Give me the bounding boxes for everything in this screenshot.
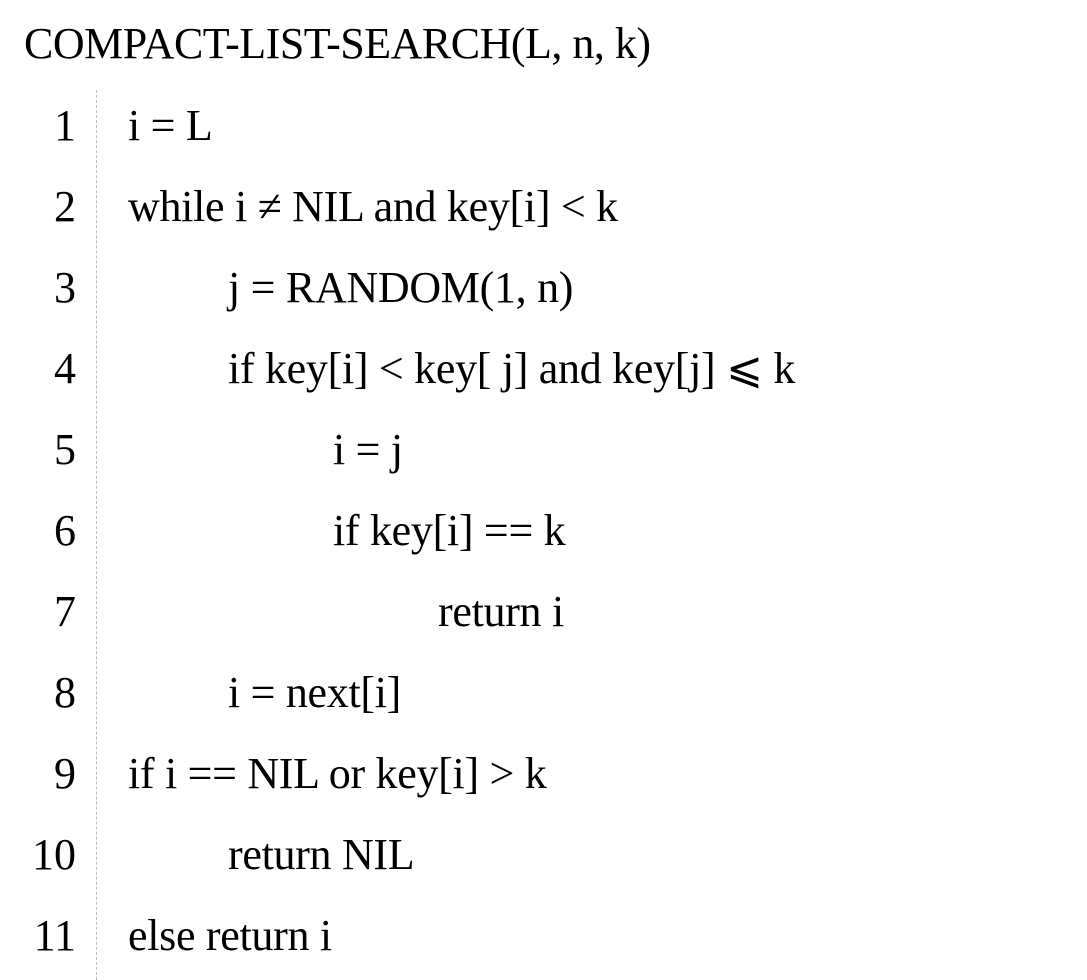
line-number: 8 <box>54 668 76 717</box>
pseudocode-page: COMPACT-LIST-SEARCH(L, n, k) 1 i = L 2 w… <box>0 0 1087 980</box>
code-text: if key[i] == k <box>333 506 566 555</box>
line-number: 5 <box>54 425 76 474</box>
code-line: 1 i = L <box>0 86 1087 166</box>
code-line: 4 if key[i] < key[ j] and key[j] ⩽ k <box>0 329 1087 409</box>
code-line: 7 return i <box>0 572 1087 652</box>
code-text: else return i <box>128 911 332 960</box>
code-text: i = next[i] <box>228 668 402 717</box>
line-number: 10 <box>32 830 76 879</box>
code-line: 2 while i ≠ NIL and key[i] < k <box>0 167 1087 247</box>
line-number: 6 <box>54 506 76 555</box>
line-number: 3 <box>54 263 76 312</box>
code-text: return NIL <box>228 830 415 879</box>
code-line: 5 i = j <box>0 410 1087 490</box>
code-text: i = j <box>333 425 403 474</box>
code-text: return i <box>438 587 564 636</box>
code-line: 9 if i == NIL or key[i] > k <box>0 734 1087 814</box>
code-line: 8 i = next[i] <box>0 653 1087 733</box>
code-line: 11 else return i <box>0 896 1087 976</box>
code-text: if key[i] < key[ j] and key[j] ⩽ k <box>228 344 796 393</box>
code-text: if i == NIL or key[i] > k <box>128 749 547 798</box>
line-number: 2 <box>54 182 76 231</box>
code-line: 3 j = RANDOM(1, n) <box>0 248 1087 328</box>
code-line: 10 return NIL <box>0 815 1087 895</box>
line-number: 7 <box>54 587 76 636</box>
line-number: 4 <box>54 344 76 393</box>
code-text: j = RANDOM(1, n) <box>228 263 574 312</box>
code-text: while i ≠ NIL and key[i] < k <box>128 182 618 231</box>
line-number: 1 <box>54 101 76 150</box>
code-text: i = L <box>128 101 213 150</box>
line-number: 9 <box>54 749 76 798</box>
code-line: 6 if key[i] == k <box>0 491 1087 571</box>
line-number: 11 <box>33 911 76 960</box>
procedure-title: COMPACT-LIST-SEARCH(L, n, k) <box>24 19 651 68</box>
